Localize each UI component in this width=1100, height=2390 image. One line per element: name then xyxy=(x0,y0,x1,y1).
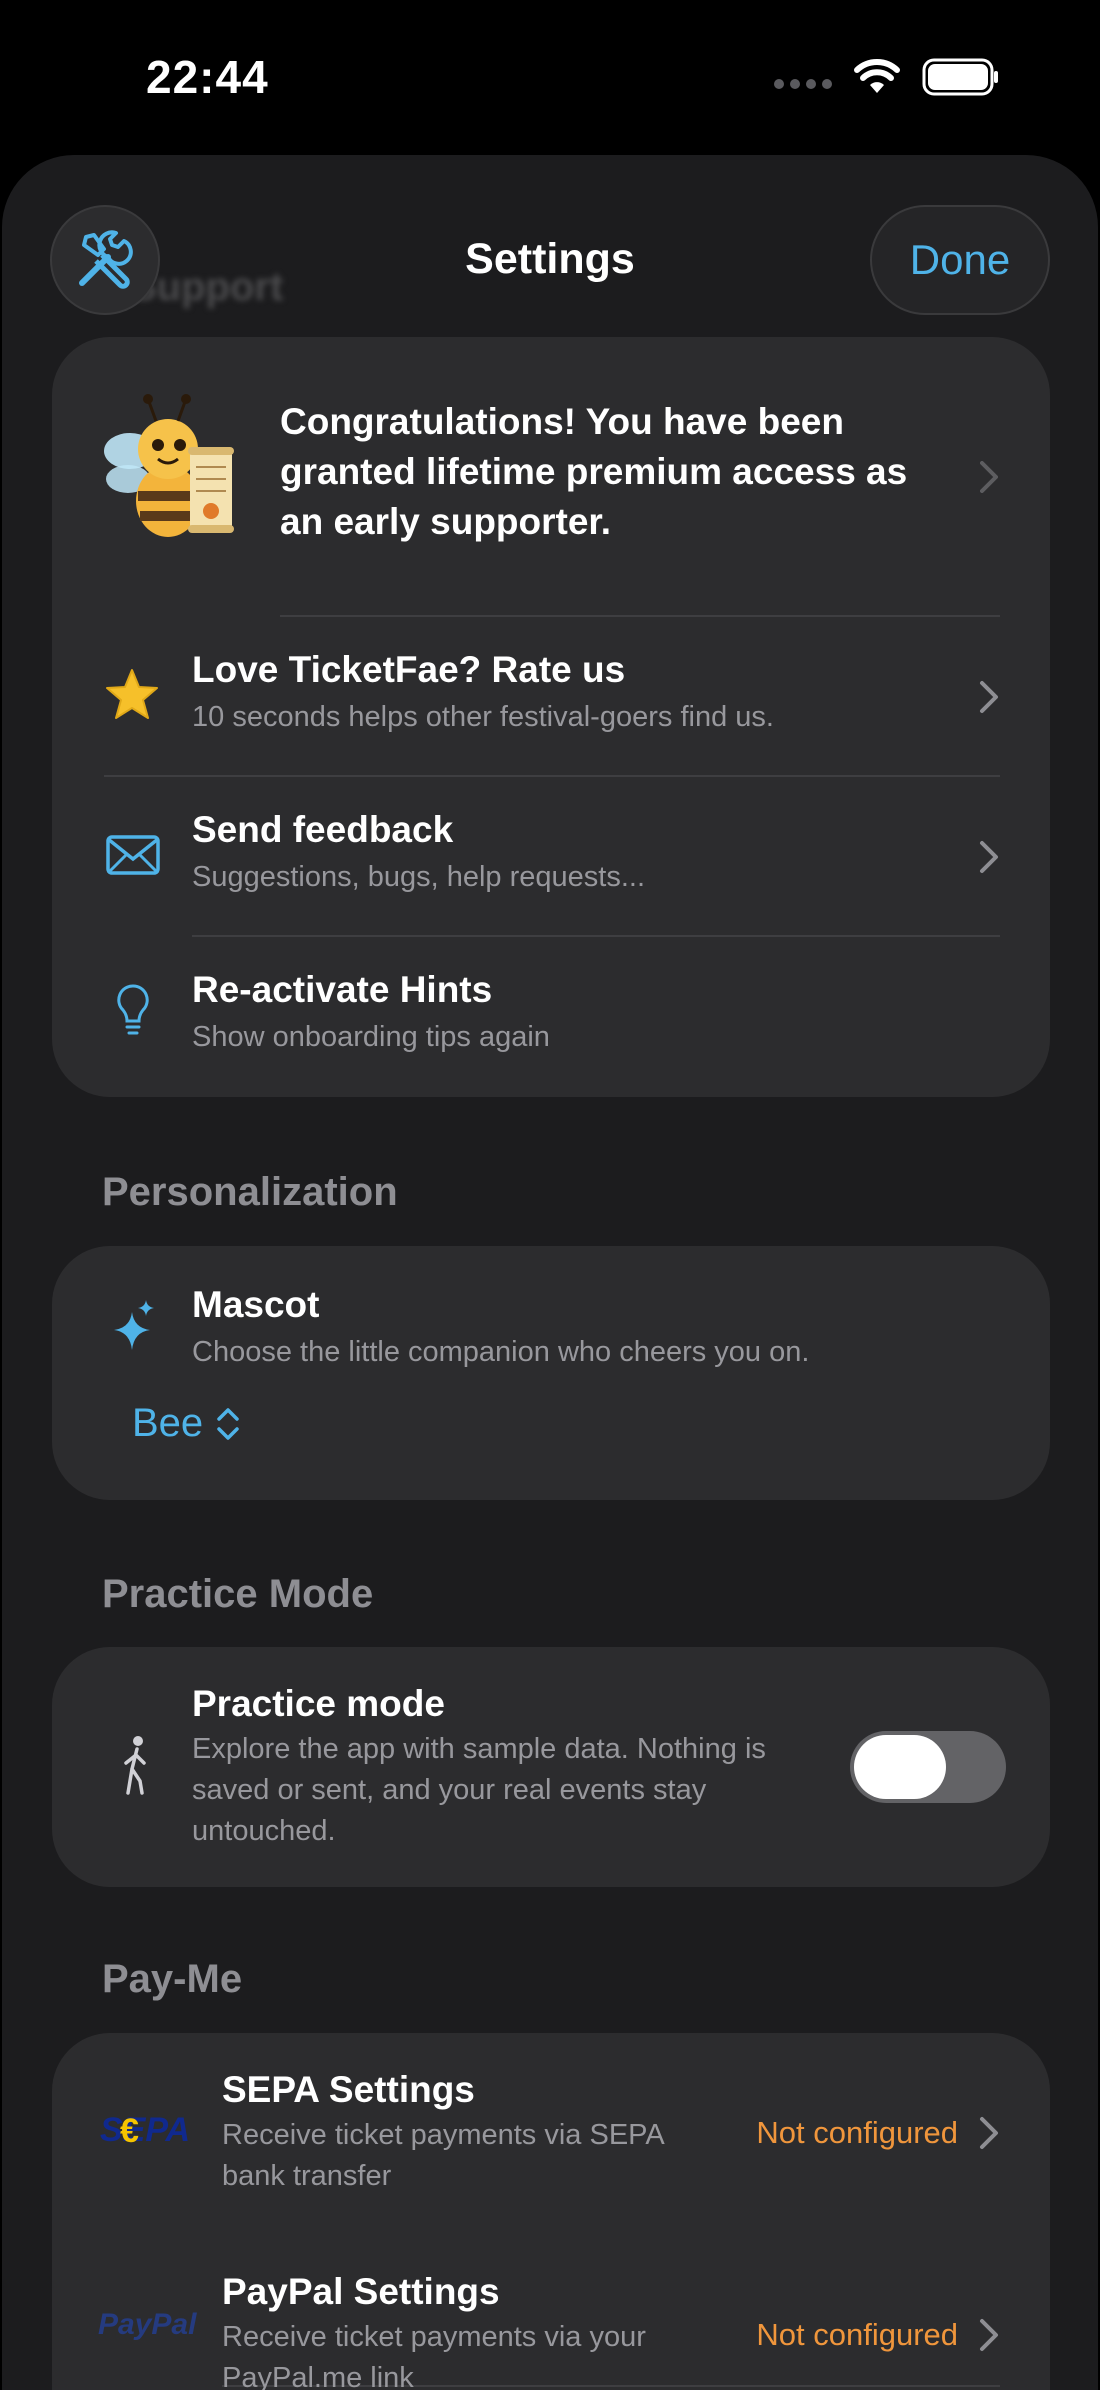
toggle-knob xyxy=(854,1735,946,1799)
send-feedback-subtitle: Suggestions, bugs, help requests... xyxy=(192,861,646,893)
paypal-settings-row[interactable]: PayPal PayPal Settings Receive ticket pa… xyxy=(52,2235,1050,2390)
nav-bar: Support Settings Done xyxy=(2,155,1098,325)
personalization-card: Mascot Choose the little companion who c… xyxy=(52,1246,1050,1500)
premium-promo-row[interactable]: Congratulations! You have been granted l… xyxy=(52,337,1050,617)
practice-mode-title: Practice mode xyxy=(192,1683,445,1724)
reactivate-hints-row[interactable]: Re-activate Hints Show onboarding tips a… xyxy=(52,937,1050,1097)
chevron-right-icon xyxy=(980,2319,998,2351)
practice-mode-card: Practice mode Explore the app with sampl… xyxy=(52,1647,1050,1887)
chevron-right-icon xyxy=(980,841,998,873)
paypal-settings-title: PayPal Settings xyxy=(222,2271,500,2312)
chevron-right-icon xyxy=(980,2117,998,2149)
mascot-picker[interactable]: Bee xyxy=(132,1401,241,1446)
section-header-practice-mode: Practice Mode xyxy=(102,1572,374,1616)
bee-mascot-icon xyxy=(98,393,238,553)
send-feedback-title: Send feedback xyxy=(192,809,454,850)
sepa-settings-row[interactable]: SEPA € SEPA Settings Receive ticket paym… xyxy=(52,2033,1050,2233)
sparkles-icon xyxy=(114,1300,154,1350)
tools-button[interactable] xyxy=(50,205,160,315)
envelope-icon xyxy=(106,835,160,875)
sepa-status-label: Not configured xyxy=(756,2115,958,2150)
premium-promo-text: Congratulations! You have been granted l… xyxy=(280,401,908,542)
practice-mode-toggle[interactable] xyxy=(850,1731,1006,1803)
rate-us-row[interactable]: Love TicketFae? Rate us 10 seconds helps… xyxy=(52,617,1050,777)
wrench-screwdriver-icon xyxy=(79,230,133,289)
paypal-status-label: Not configured xyxy=(756,2317,958,2352)
chevron-up-down-icon xyxy=(217,1407,239,1440)
chevron-right-icon xyxy=(980,461,998,493)
svg-text:SEPA: SEPA xyxy=(100,2111,190,2149)
settings-sheet: Support Settings Done Congratulations! Y… xyxy=(2,155,1098,2390)
wifi-icon xyxy=(854,59,900,93)
practice-mode-subtitle: Explore the app with sample data. Nothin… xyxy=(192,1733,766,1847)
mascot-title: Mascot xyxy=(192,1284,320,1325)
section-header-personalization: Personalization xyxy=(102,1170,398,1214)
sepa-settings-subtitle: Receive ticket payments via SEPA bank tr… xyxy=(222,2119,664,2192)
figure-walk-icon xyxy=(124,1736,146,1795)
support-card: Congratulations! You have been granted l… xyxy=(52,337,1050,1097)
mascot-picker-value: Bee xyxy=(132,1401,204,1445)
status-time: 22:44 xyxy=(146,51,269,103)
chevron-right-icon xyxy=(980,681,998,713)
lightbulb-icon xyxy=(117,984,149,1035)
svg-text:€: € xyxy=(120,2112,139,2150)
done-button[interactable]: Done xyxy=(870,205,1050,315)
battery-icon xyxy=(922,58,998,96)
sepa-settings-title: SEPA Settings xyxy=(222,2069,475,2110)
section-header-pay-me: Pay-Me xyxy=(102,1957,243,2001)
paypal-settings-subtitle: Receive ticket payments via your PayPal.… xyxy=(222,2321,646,2390)
rate-us-subtitle: 10 seconds helps other festival-goers fi… xyxy=(192,701,774,733)
star-icon xyxy=(106,669,158,719)
sepa-logo-icon: SEPA € xyxy=(100,2107,200,2153)
cellular-signal-icon xyxy=(774,79,832,89)
status-icons xyxy=(774,58,1000,96)
reactivate-hints-subtitle: Show onboarding tips again xyxy=(192,1021,550,1053)
mascot-subtitle: Choose the little companion who cheers y… xyxy=(192,1336,810,1368)
send-feedback-row[interactable]: Send feedback Suggestions, bugs, help re… xyxy=(52,777,1050,937)
status-bar: 22:44 xyxy=(0,0,1100,150)
pay-me-card: SEPA € SEPA Settings Receive ticket paym… xyxy=(52,2033,1050,2390)
reactivate-hints-title: Re-activate Hints xyxy=(192,969,493,1010)
rate-us-title: Love TicketFae? Rate us xyxy=(192,649,626,690)
paypal-logo-icon: PayPal xyxy=(98,2308,197,2341)
